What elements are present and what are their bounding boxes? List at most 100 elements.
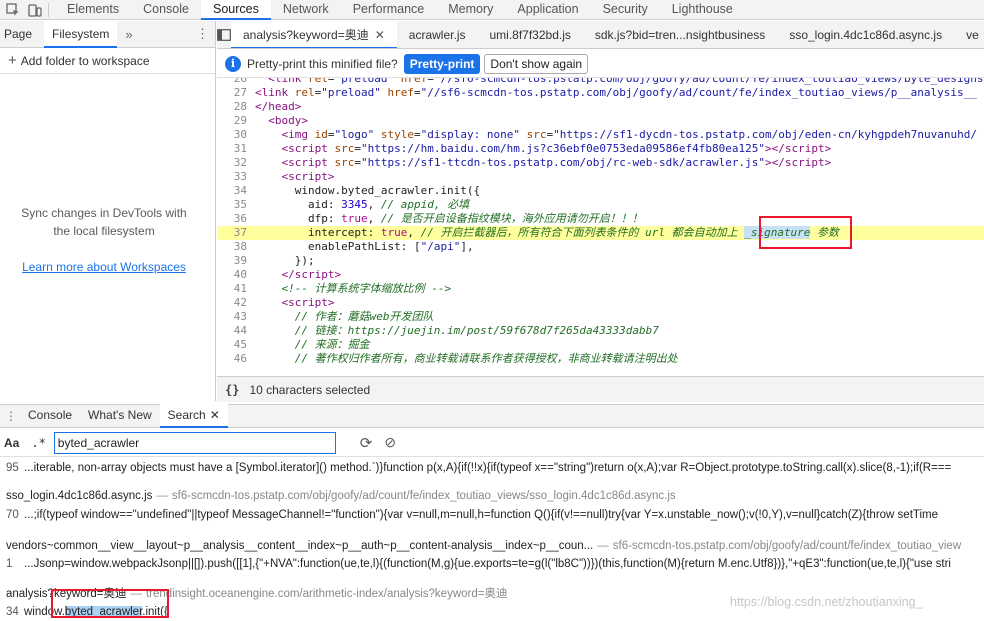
code-line[interactable]: 42 <script>: [217, 296, 984, 310]
line-number[interactable]: 44: [217, 324, 255, 338]
code-line[interactable]: 35 aid: 3345, // appid, 必填: [217, 198, 984, 212]
dont-show-again-button[interactable]: Don't show again: [484, 53, 589, 74]
code-line[interactable]: 29 <body>: [217, 114, 984, 128]
code-line[interactable]: 40 </script>: [217, 268, 984, 282]
result-line-number: 34: [6, 606, 19, 618]
code-line[interactable]: 28 </head>: [217, 100, 984, 114]
code-line[interactable]: 27 <link rel="preload" href="//sf6-scmcdn…: [217, 86, 984, 100]
code-text: <link rel="preload" href="//sf6-scmcdn-t…: [268, 78, 984, 85]
learn-more-link[interactable]: Learn more about Workspaces: [0, 260, 208, 274]
signature-highlight-box: [759, 216, 852, 249]
line-number[interactable]: 33: [217, 170, 255, 184]
code-text: <!-- 计算系统字体缩放比例 -->: [281, 282, 452, 295]
search-result-line[interactable]: 70 ...;if(typeof window=="undefined"||typ…: [0, 506, 984, 524]
clear-icon[interactable]: ⊘: [384, 434, 396, 451]
tab-memory[interactable]: Memory: [436, 0, 505, 20]
line-number[interactable]: 26: [217, 78, 255, 86]
tab-application[interactable]: Application: [505, 0, 590, 20]
line-number[interactable]: 37: [217, 226, 255, 240]
search-result-file[interactable]: vendors~common__view__layout~p__analysis…: [0, 537, 984, 555]
result-file-name: vendors~common__view__layout~p__analysis…: [6, 540, 594, 552]
tab-performance[interactable]: Performance: [341, 0, 437, 20]
code-line[interactable]: 46 // 著作权归作者所有，商业转载请联系作者获得授权，非商业转载请注明出处: [217, 352, 984, 366]
tab-sources[interactable]: Sources: [200, 0, 271, 20]
code-line[interactable]: 34 window.byted_acrawler.init({: [217, 184, 984, 198]
code-line[interactable]: 39 });: [217, 254, 984, 268]
add-folder-button[interactable]: + Add folder to workspace: [0, 48, 215, 74]
refresh-icon[interactable]: ⟳: [360, 434, 373, 452]
code-line[interactable]: 30 <img id="logo" style="display: none" …: [217, 128, 984, 142]
code-line[interactable]: 33 <script>: [217, 170, 984, 184]
code-line[interactable]: 44 // 链接：https://juejin.im/post/59f678d7…: [217, 324, 984, 338]
pretty-print-braces-icon[interactable]: {}: [225, 383, 239, 397]
result-file-name: sso_login.4dc1c86d.async.js: [6, 490, 153, 502]
editor-tab-analysis[interactable]: analysis?keyword=奥迪 ✕: [231, 21, 397, 48]
result-separator: —: [156, 490, 168, 502]
tab-filesystem[interactable]: Filesystem: [44, 20, 118, 48]
code-text: <link rel="preload" href="//sf6-scmcdn-t…: [255, 86, 977, 99]
search-input[interactable]: [53, 431, 336, 454]
code-line[interactable]: 45 // 来源：掘金: [217, 338, 984, 352]
editor-tab-umi[interactable]: umi.8f7f32bd.js: [477, 21, 582, 48]
code-editor[interactable]: 26 <link rel="preload" href="//sf6-scmcd…: [217, 78, 984, 374]
line-number[interactable]: 28: [217, 100, 255, 114]
line-number[interactable]: 38: [217, 240, 255, 254]
code-line[interactable]: 43 // 作者：蘑菇web开发团队: [217, 310, 984, 324]
tab-page[interactable]: Page: [0, 21, 36, 48]
line-number[interactable]: 39: [217, 254, 255, 268]
editor-tab-sso-login[interactable]: sso_login.4dc1c86d.async.js: [777, 21, 954, 48]
code-line[interactable]: 38 enablePathList: ["/api"],: [217, 240, 984, 254]
line-number[interactable]: 42: [217, 296, 255, 310]
toggle-navigator-icon[interactable]: [217, 21, 231, 48]
code-line[interactable]: 32 <script src="https://sf1-ttcdn-tos.ps…: [217, 156, 984, 170]
more-tabs-icon[interactable]: »: [125, 27, 132, 42]
code-line[interactable]: 26 <link rel="preload" href="//sf6-scmcd…: [217, 78, 984, 86]
line-number[interactable]: 40: [217, 268, 255, 282]
editor-tab-acrawler[interactable]: acrawler.js: [397, 21, 478, 48]
device-toolbar-icon[interactable]: [26, 1, 44, 19]
line-number[interactable]: 29: [217, 114, 255, 128]
close-tab-icon[interactable]: ✕: [375, 28, 385, 42]
tab-elements[interactable]: Elements: [55, 0, 131, 20]
tab-lighthouse[interactable]: Lighthouse: [660, 0, 745, 20]
drawer-tab-whats-new[interactable]: What's New: [80, 404, 160, 428]
line-number[interactable]: 41: [217, 282, 255, 296]
search-result-line[interactable]: 95 ...iterable, non-array objects must ha…: [0, 459, 984, 477]
pretty-print-button[interactable]: Pretty-print: [403, 53, 481, 74]
more-options-icon[interactable]: ⋮: [196, 26, 209, 42]
line-number[interactable]: 35: [217, 198, 255, 212]
line-number[interactable]: 34: [217, 184, 255, 198]
code-line[interactable]: 36 dfp: true, // 是否开启设备指纹模块，海外应用请勿开启！！！: [217, 212, 984, 226]
drawer-tab-search[interactable]: Search ✕: [159, 404, 228, 428]
tab-console[interactable]: Console: [131, 0, 201, 20]
code-line[interactable]: 41 <!-- 计算系统字体缩放比例 -->: [217, 282, 984, 296]
line-number[interactable]: 27: [217, 86, 255, 100]
code-text: // 作者：蘑菇web开发团队: [294, 310, 434, 323]
editor-tab-vendors[interactable]: ve: [954, 21, 984, 48]
match-case-toggle[interactable]: Aa: [4, 436, 19, 450]
search-result-line[interactable]: 1 ...Jsonp=window.webpackJsonp||[]).push(…: [0, 555, 984, 573]
close-search-tab-icon[interactable]: ✕: [210, 408, 220, 422]
drawer-tab-console[interactable]: Console: [20, 404, 80, 428]
code-text: intercept: true, // 开启拦截器后，所有符合下面列表条件的 u…: [255, 226, 840, 239]
drawer-menu-icon[interactable]: ⋮: [2, 409, 20, 423]
search-result-file[interactable]: sso_login.4dc1c86d.async.js — sf6-scmcdn-t…: [0, 487, 984, 505]
regex-toggle[interactable]: .*: [31, 436, 45, 450]
line-number[interactable]: 45: [217, 338, 255, 352]
line-number[interactable]: 32: [217, 156, 255, 170]
line-number[interactable]: 43: [217, 310, 255, 324]
search-toolbar: Aa .* ⟳ ⊘: [0, 429, 984, 457]
tab-security[interactable]: Security: [591, 0, 660, 20]
line-number[interactable]: 46: [217, 352, 255, 366]
inspect-element-icon[interactable]: [4, 1, 22, 19]
result-line-text: ...;if(typeof window=="undefined"||typeo…: [24, 509, 939, 521]
line-number[interactable]: 36: [217, 212, 255, 226]
line-number[interactable]: 31: [217, 142, 255, 156]
code-text: // 著作权归作者所有，商业转载请联系作者获得授权，非商业转载请注明出处: [294, 352, 678, 365]
result-file-path: trendinsight.oceanengine.com/arithmetic-…: [145, 588, 508, 600]
line-number[interactable]: 30: [217, 128, 255, 142]
tab-network[interactable]: Network: [271, 0, 341, 20]
code-line[interactable]: 31 <script src="https://hm.baidu.com/hm.…: [217, 142, 984, 156]
editor-tab-sdk[interactable]: sdk.js?bid=tren...nsightbusiness: [583, 21, 777, 48]
code-line[interactable]: 37 intercept: true, // 开启拦截器后，所有符合下面列表条件…: [217, 226, 984, 240]
